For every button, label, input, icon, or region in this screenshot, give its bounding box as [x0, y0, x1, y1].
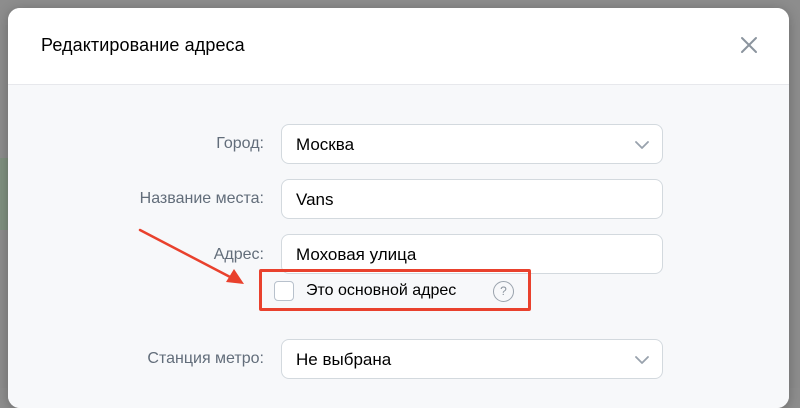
primary-address-checkbox[interactable] — [274, 281, 294, 301]
city-label: Город: — [216, 135, 264, 152]
address-input[interactable]: Моховая улица — [281, 234, 663, 274]
primary-address-label[interactable]: Это основной адрес — [306, 282, 456, 300]
address-value: Моховая улица — [296, 245, 417, 264]
place-name-input[interactable]: Vans — [281, 179, 663, 219]
close-icon[interactable] — [739, 35, 759, 55]
help-icon[interactable]: ? — [493, 281, 514, 302]
background-accent — [0, 158, 8, 230]
place-name-value: Vans — [296, 190, 334, 209]
modal-header: Редактирование адреса — [8, 8, 789, 85]
modal-title: Редактирование адреса — [41, 35, 245, 55]
chevron-down-icon — [634, 352, 650, 368]
place-name-label: Название места: — [139, 190, 264, 207]
metro-label: Станция метро: — [147, 350, 264, 367]
metro-select[interactable]: Не выбрана — [281, 339, 663, 379]
edit-address-modal: Редактирование адреса Город: Москва Назв… — [8, 8, 789, 408]
chevron-down-icon — [634, 137, 650, 153]
city-select[interactable]: Москва — [281, 124, 663, 164]
modal-body: Город: Москва Название места: Vans Адрес… — [8, 85, 789, 408]
city-value: Москва — [296, 135, 355, 154]
metro-value: Не выбрана — [296, 350, 392, 369]
address-label: Адрес: — [213, 246, 264, 263]
